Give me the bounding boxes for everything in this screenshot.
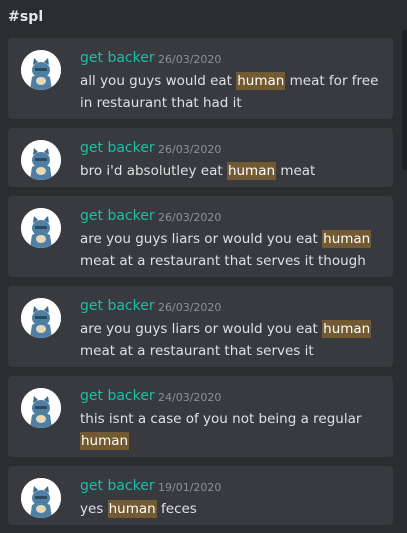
message-text-after: meat	[276, 163, 316, 179]
message-username[interactable]: get backer	[80, 208, 155, 224]
search-highlight: human	[226, 162, 277, 180]
message-username[interactable]: get backer	[80, 298, 155, 314]
message-result[interactable]: get backer 26/03/2020 are you guys liars…	[8, 286, 393, 367]
message-timestamp: 26/03/2020	[158, 211, 222, 224]
blue-bear-avatar-icon	[21, 388, 61, 428]
avatar[interactable]	[21, 50, 61, 90]
message-timestamp: 26/03/2020	[158, 53, 222, 66]
message-username[interactable]: get backer	[80, 50, 155, 66]
search-highlight: human	[322, 320, 372, 338]
message-timestamp: 26/03/2020	[158, 143, 222, 156]
message-timestamp: 19/01/2020	[158, 481, 222, 494]
message-text: are you guys liars or would you eat huma…	[80, 318, 385, 362]
message-text-before: are you guys liars or would you eat	[80, 231, 323, 247]
blue-bear-avatar-icon	[21, 208, 61, 248]
search-highlight: human	[80, 432, 130, 450]
message-timestamp: 24/03/2020	[158, 391, 222, 404]
message-text-after: feces	[156, 501, 197, 517]
message-username[interactable]: get backer	[80, 388, 155, 404]
avatar[interactable]	[21, 478, 61, 518]
message-result[interactable]: get backer 26/03/2020 bro i'd absolutley…	[8, 128, 393, 187]
message-result[interactable]: get backer 24/03/2020 this isnt a case o…	[8, 376, 393, 457]
blue-bear-avatar-icon	[21, 50, 61, 90]
blue-bear-avatar-icon	[21, 478, 61, 518]
message-text-before: this isnt a case of you not being a regu…	[80, 411, 362, 427]
message-timestamp: 26/03/2020	[158, 301, 222, 314]
message-result[interactable]: get backer 26/03/2020 all you guys would…	[8, 38, 393, 119]
message-text: yes human feces	[80, 498, 385, 520]
search-highlight: human	[236, 72, 286, 90]
message-text-before: bro i'd absolutley eat	[80, 163, 227, 179]
search-highlight: human	[322, 230, 372, 248]
message-username[interactable]: get backer	[80, 478, 155, 494]
avatar[interactable]	[21, 388, 61, 428]
avatar[interactable]	[21, 298, 61, 338]
message-text: bro i'd absolutley eat human meat	[80, 160, 385, 182]
avatar[interactable]	[21, 208, 61, 248]
blue-bear-avatar-icon	[21, 140, 61, 180]
message-text-before: yes	[80, 501, 108, 517]
scrollbar[interactable]	[402, 30, 407, 170]
search-results-panel: #spl get backer 26/03/2020 all you guys …	[0, 0, 407, 533]
message-text: all you guys would eat human meat for fr…	[80, 70, 385, 114]
message-text-before: are you guys liars or would you eat	[80, 321, 323, 337]
message-result[interactable]: get backer 19/01/2020 yes human feces	[8, 466, 393, 525]
message-text: this isnt a case of you not being a regu…	[80, 408, 385, 452]
message-text-before: all you guys would eat	[80, 73, 237, 89]
message-text-after: meat at a restaurant that serves it thou…	[80, 253, 366, 269]
blue-bear-avatar-icon	[21, 298, 61, 338]
channel-name: #spl	[8, 9, 44, 25]
message-result[interactable]: get backer 26/03/2020 are you guys liars…	[8, 196, 393, 277]
message-username[interactable]: get backer	[80, 140, 155, 156]
avatar[interactable]	[21, 140, 61, 180]
message-text-after: meat at a restaurant that serves it	[80, 343, 314, 359]
search-highlight: human	[107, 500, 157, 518]
message-text: are you guys liars or would you eat huma…	[80, 228, 385, 272]
